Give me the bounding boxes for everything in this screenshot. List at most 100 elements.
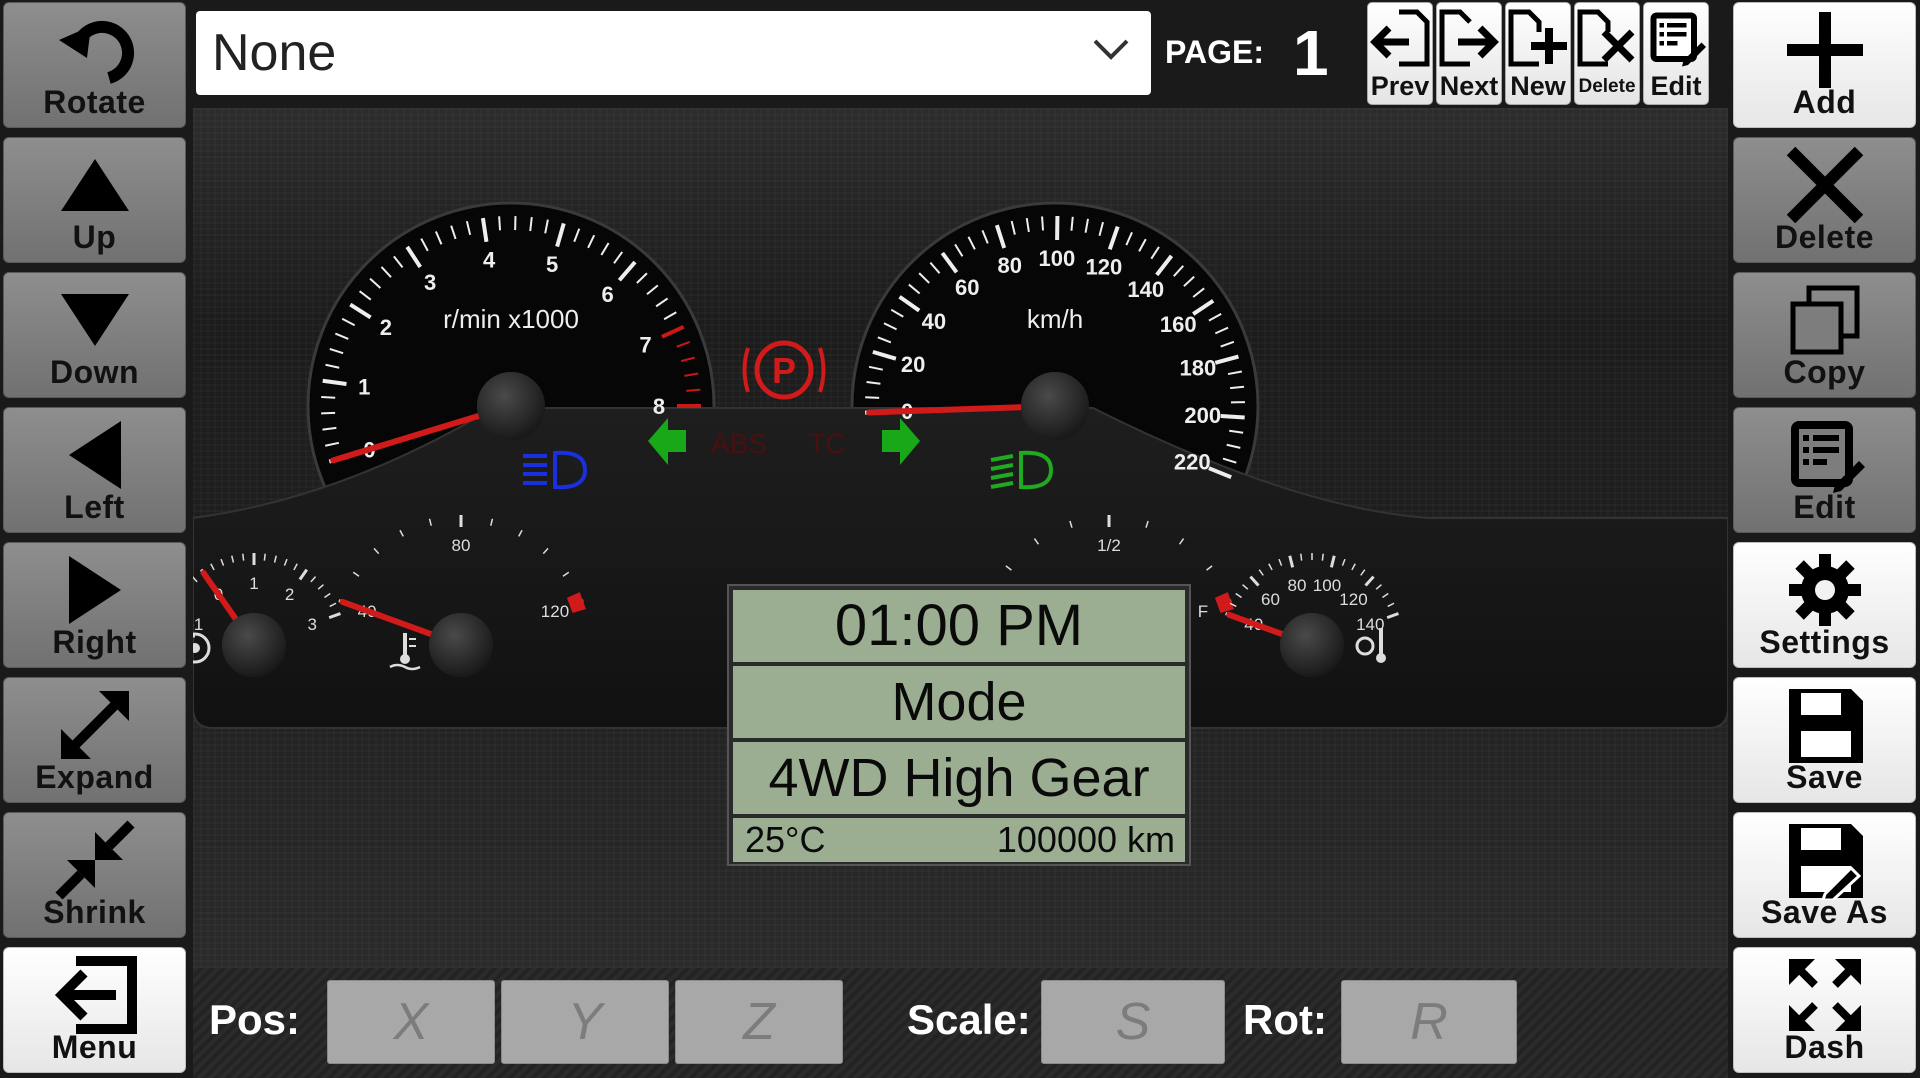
boost-gauge-tick-label: 2 (285, 585, 294, 604)
minor-tick (865, 397, 879, 398)
oil-temp-gauge-tick-label: 60 (1261, 590, 1280, 609)
prev-page-button[interactable]: Prev (1367, 2, 1433, 105)
tick-label: 40 (922, 309, 946, 334)
copy-icon (1734, 279, 1915, 361)
rot-label: Rot: (1243, 996, 1327, 1044)
coolant-gauge-tick-label: 80 (452, 536, 471, 555)
next-label: Next (1437, 71, 1501, 102)
scale-label: Scale: (907, 996, 1031, 1044)
dropdown-value: None (212, 23, 336, 83)
plus-icon (1734, 9, 1915, 91)
tick-label: 200 (1184, 403, 1221, 428)
needle-cap (429, 613, 493, 677)
edit-page-button[interactable]: Edit (1643, 2, 1709, 105)
oil-temp-gauge-tick (1322, 554, 1323, 561)
coolant-gauge-tick-label: 120 (541, 602, 569, 621)
abs-indicator: ABS (711, 428, 767, 459)
dashboard-canvas[interactable]: 012345678r/min x1000 0204060801001201401… (193, 108, 1728, 968)
tick-label: 7 (639, 332, 651, 357)
next-page-icon (1437, 5, 1501, 71)
oil-temp-gauge-tick-label: 80 (1288, 576, 1307, 595)
save-as-button[interactable]: Save As (1733, 812, 1916, 938)
menu-button[interactable]: Menu (3, 947, 186, 1073)
gauge-unit-label: r/min x1000 (443, 304, 579, 334)
tick-label: 100 (1039, 246, 1076, 271)
minor-tick (321, 397, 335, 398)
pos-z-placeholder: Z (743, 992, 775, 1052)
tick-label: 160 (1160, 312, 1197, 337)
gauge-unit-label: km/h (1027, 304, 1083, 334)
boost-gauge-tick (264, 554, 265, 561)
minor-tick (1071, 217, 1072, 231)
expand-button[interactable]: Expand (3, 677, 186, 803)
page-number: 1 (1293, 16, 1329, 90)
settings-button[interactable]: Settings (1733, 542, 1916, 668)
oil-temp-gauge-tick-label: 100 (1313, 576, 1341, 595)
rotate-icon (4, 9, 185, 91)
scale-input[interactable]: S (1041, 980, 1225, 1064)
tick-label: 3 (424, 270, 436, 295)
pos-z-input[interactable]: Z (675, 980, 843, 1064)
add-button[interactable]: Add (1733, 2, 1916, 128)
lcd-time: 01:00 PM (733, 590, 1185, 662)
scale-placeholder: S (1116, 992, 1151, 1052)
lcd-mode: Mode (733, 666, 1185, 738)
delete-page-icon (1575, 5, 1639, 71)
delete-button[interactable]: Delete (1733, 137, 1916, 263)
next-page-button[interactable]: Next (1436, 2, 1502, 105)
needle-cap (1021, 372, 1089, 440)
lcd-gear: 4WD High Gear (733, 742, 1185, 814)
tick-label: 180 (1180, 355, 1217, 380)
floppy-edit-icon (1734, 819, 1915, 901)
menu-exit-icon (4, 954, 185, 1036)
right-button[interactable]: Right (3, 542, 186, 668)
minor-tick (499, 216, 500, 230)
fuel-gauge-tick-label: F (1198, 602, 1208, 621)
tick-label: 4 (483, 248, 496, 273)
prev-page-icon (1368, 5, 1432, 71)
new-label: New (1506, 71, 1570, 102)
down-button[interactable]: Down (3, 272, 186, 398)
chevron-down-icon (1091, 37, 1131, 68)
transform-bar: Pos: X Y Z Scale: S Rot: R (193, 968, 1728, 1078)
lcd-status-row: 25°C 100000 km (733, 818, 1185, 862)
right-arrow-icon (4, 549, 185, 631)
parking-brake-label: P (772, 350, 796, 391)
copy-button[interactable]: Copy (1733, 272, 1916, 398)
lcd-odometer: 100000 km (997, 818, 1175, 862)
gear-icon (1734, 549, 1915, 631)
minor-tick (321, 413, 335, 414)
new-page-button[interactable]: New (1505, 2, 1571, 105)
fuel-gauge-tick-label: 1/2 (1097, 536, 1121, 555)
shrink-button[interactable]: Shrink (3, 812, 186, 938)
oil-temp-gauge-tick (1301, 554, 1302, 561)
rot-input[interactable]: R (1341, 980, 1517, 1064)
layout-dropdown[interactable]: None (196, 11, 1151, 95)
edit-button[interactable]: Edit (1733, 407, 1916, 533)
save-button[interactable]: Save (1733, 677, 1916, 803)
tick-label: 8 (653, 394, 665, 419)
new-page-icon (1506, 5, 1570, 71)
boost-gauge-tick (243, 554, 244, 561)
needle-cap (222, 613, 286, 677)
minor-tick (686, 390, 700, 391)
dash-button[interactable]: Dash (1733, 947, 1916, 1073)
left-button[interactable]: Left (3, 407, 186, 533)
lcd-temperature: 25°C (745, 818, 825, 862)
rotate-button[interactable]: Rotate (3, 2, 186, 128)
boost-gauge-tick-label: 3 (308, 615, 317, 634)
delete-page-label: Delete (1575, 76, 1639, 98)
tick-label: 2 (380, 315, 392, 340)
page-label: PAGE: (1165, 34, 1264, 71)
boost-gauge-tick-label: 1 (249, 574, 258, 593)
lcd-display: 01:00 PM Mode 4WD High Gear 25°C 100000 … (727, 584, 1191, 866)
edit-page-label: Edit (1644, 71, 1708, 102)
tick-label: 1 (358, 374, 370, 399)
pos-x-input[interactable]: X (327, 980, 495, 1064)
delete-page-button[interactable]: Delete (1574, 2, 1640, 105)
left-arrow-icon (4, 414, 185, 496)
shrink-icon (4, 819, 185, 901)
tc-indicator: TC (808, 428, 845, 459)
up-button[interactable]: Up (3, 137, 186, 263)
pos-y-input[interactable]: Y (501, 980, 669, 1064)
